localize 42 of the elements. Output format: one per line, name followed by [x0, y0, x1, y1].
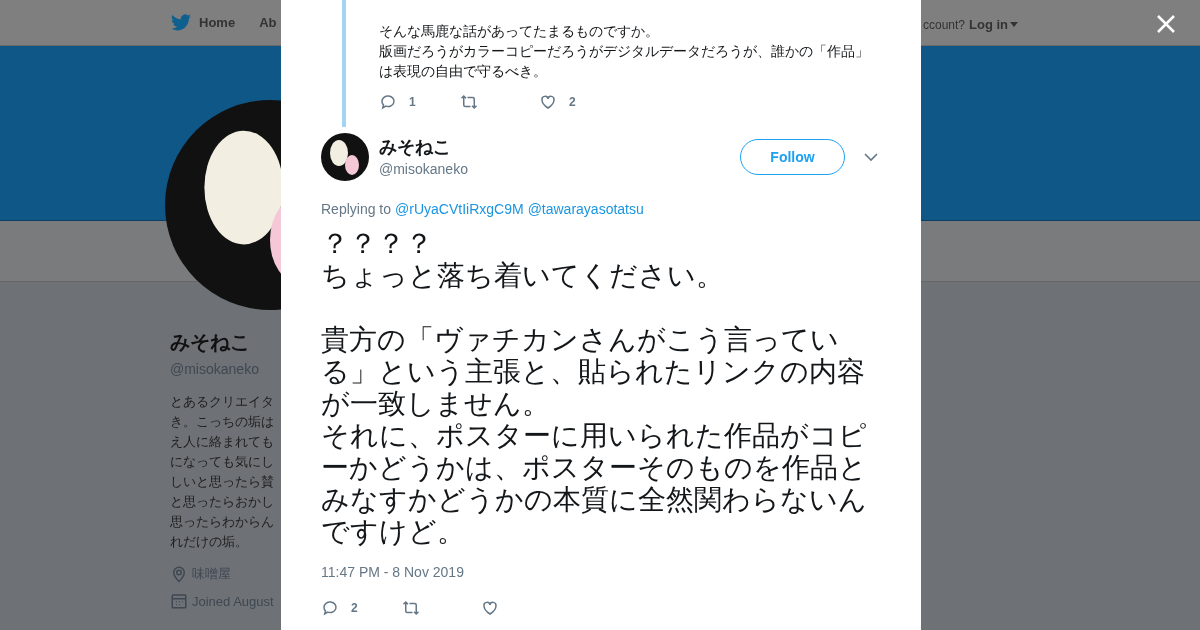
- close-button[interactable]: [1155, 13, 1177, 35]
- bio-line: とあるクリエイタ: [170, 393, 275, 411]
- bio-line: れだけの垢。: [170, 533, 249, 551]
- tweet-text: ちょっと落ち着いてください。: [321, 260, 725, 292]
- like-count: 2: [569, 94, 576, 111]
- heart-icon: [539, 93, 557, 111]
- bio-line: しいと思ったら賛: [170, 473, 275, 491]
- home-link[interactable]: Home: [199, 12, 236, 33]
- mention-link[interactable]: @tawarayasotatsu: [527, 199, 644, 220]
- heart-icon: [481, 599, 499, 617]
- quoted-tweet-text: 版画だろうがカラーコピーだろうがデジタルデータだろうが、誰かの「作品」は表現の自由で守るべき。: [379, 42, 870, 81]
- location-icon: [170, 564, 188, 583]
- tweet-timestamp: 11:47 PM - 8 Nov 2019: [321, 563, 465, 582]
- caret-icon: [1010, 22, 1019, 28]
- retweet-icon: [401, 599, 421, 617]
- bio-line: き。こっちの垢は: [170, 413, 275, 431]
- close-icon: [1155, 13, 1177, 35]
- calendar-icon: [170, 592, 188, 611]
- reply-count: 1: [409, 94, 416, 111]
- account-prompt: ccount?: [923, 16, 966, 34]
- tweet-text: ？？？？: [321, 228, 434, 260]
- user-avatar: [321, 133, 369, 181]
- user-handle: @misokaneko: [379, 159, 468, 179]
- reply-count: 2: [351, 600, 358, 617]
- tweet-text: それに、ポスターに用いられた作品がコピーかどうかは、ポスターそのものを作品とみなすかどうかの本質に全然関わらないんですけど。: [321, 420, 868, 548]
- profile-name: みそねこ: [170, 330, 251, 355]
- bio-line: え人に絡まれても: [170, 433, 275, 451]
- mention-link[interactable]: @rUyaCVtIiRxgC9M: [395, 199, 524, 220]
- quoted-tweet-text: そんな馬鹿な話があってたまるものですか。: [379, 22, 660, 41]
- login-button[interactable]: Log in: [969, 15, 1019, 35]
- bio-line: になっても気にし: [170, 453, 275, 471]
- reply-icon: [321, 599, 339, 617]
- user-name: みそねこ: [379, 135, 452, 159]
- chevron-down-icon[interactable]: [864, 152, 878, 162]
- bird-icon: [171, 14, 191, 31]
- bio-line: 思ったらわからん: [170, 513, 275, 531]
- bio-line: と思ったらおかし: [170, 493, 275, 511]
- retweet-icon: [459, 93, 479, 111]
- tweet-text: 貴方の「ヴァチカンさんがこう言っている」という主張と、貼られたリンクの内容が一致しません。: [321, 324, 866, 420]
- reply-icon: [379, 93, 397, 111]
- about-link[interactable]: Ab: [259, 12, 277, 33]
- replying-label: Replying to: [321, 200, 392, 219]
